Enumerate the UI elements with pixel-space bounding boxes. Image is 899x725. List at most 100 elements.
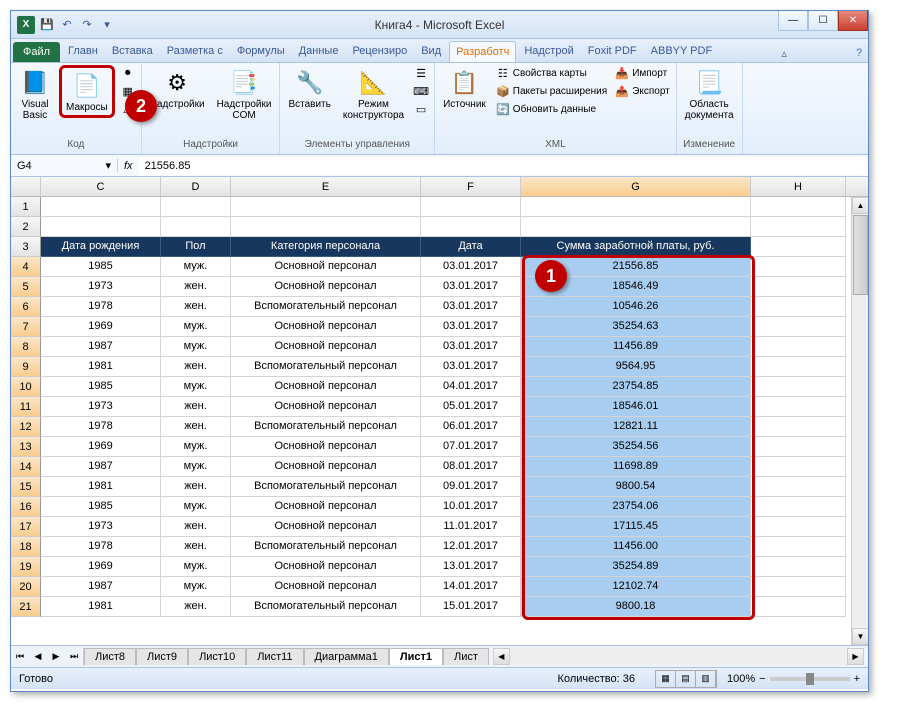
cell[interactable]	[41, 197, 161, 217]
cell[interactable]: 17115.45	[521, 517, 751, 537]
cell[interactable]: 14.01.2017	[421, 577, 521, 597]
sheet-tab[interactable]: Лист9	[136, 648, 188, 665]
file-tab[interactable]: Файл	[13, 42, 60, 62]
name-box-dropdown-icon[interactable]: ▾	[105, 159, 111, 172]
cell[interactable]: жен.	[161, 357, 231, 377]
row-header[interactable]: 4	[11, 257, 41, 277]
cell[interactable]	[751, 377, 846, 397]
cell[interactable]: 1969	[41, 557, 161, 577]
cell[interactable]	[751, 317, 846, 337]
cell[interactable]: 12821.11	[521, 417, 751, 437]
cell[interactable]: 18546.01	[521, 397, 751, 417]
cell[interactable]: 1981	[41, 357, 161, 377]
scroll-thumb[interactable]	[853, 215, 868, 295]
cell[interactable]: 23754.06	[521, 497, 751, 517]
ribbon-tab[interactable]: Главн	[62, 41, 104, 62]
cell[interactable]: муж.	[161, 257, 231, 277]
sheet-tab[interactable]: Лист	[443, 648, 489, 665]
cell[interactable]: 1985	[41, 257, 161, 277]
cell[interactable]: 1973	[41, 277, 161, 297]
insert-control-button[interactable]: 🔧 Вставить	[284, 65, 334, 112]
cell[interactable]: жен.	[161, 417, 231, 437]
scroll-left-button[interactable]: ◀	[493, 648, 510, 665]
name-box[interactable]: G4 ▾	[11, 159, 118, 172]
sheet-first-button[interactable]: ⏮	[11, 648, 29, 666]
help-icon[interactable]: ?	[850, 44, 868, 62]
cell[interactable]	[231, 217, 421, 237]
column-header[interactable]: H	[751, 177, 846, 196]
export-button[interactable]: 📤Экспорт	[613, 83, 672, 99]
cell[interactable]	[751, 277, 846, 297]
row-header[interactable]: 12	[11, 417, 41, 437]
cell[interactable]: жен.	[161, 517, 231, 537]
sheet-tab[interactable]: Лист11	[246, 648, 303, 665]
save-icon[interactable]: 💾	[39, 17, 55, 33]
cell[interactable]: 07.01.2017	[421, 437, 521, 457]
cell[interactable]	[161, 197, 231, 217]
row-header[interactable]: 6	[11, 297, 41, 317]
maximize-button[interactable]: ☐	[808, 11, 838, 31]
cell[interactable]	[751, 297, 846, 317]
cell[interactable]	[751, 217, 846, 237]
cell[interactable]: Дата	[421, 237, 521, 257]
row-header[interactable]: 2	[11, 217, 41, 237]
cell[interactable]: 03.01.2017	[421, 317, 521, 337]
ribbon-tab[interactable]: Формулы	[231, 41, 291, 62]
cell[interactable]: 11698.89	[521, 457, 751, 477]
cell[interactable]: муж.	[161, 317, 231, 337]
row-header[interactable]: 10	[11, 377, 41, 397]
row-header[interactable]: 11	[11, 397, 41, 417]
row-header[interactable]: 7	[11, 317, 41, 337]
expansion-packs-button[interactable]: 📦Пакеты расширения	[494, 83, 609, 99]
cell[interactable]: Вспомогательный персонал	[231, 297, 421, 317]
cell[interactable]	[751, 437, 846, 457]
sheet-last-button[interactable]: ⏭	[65, 648, 83, 666]
cell[interactable]: 11456.89	[521, 337, 751, 357]
zoom-in-button[interactable]: +	[854, 673, 860, 685]
cell[interactable]: муж.	[161, 557, 231, 577]
ribbon-tab[interactable]: Вид	[415, 41, 447, 62]
cell[interactable]	[521, 197, 751, 217]
cell[interactable]: 1978	[41, 417, 161, 437]
cell[interactable]: муж.	[161, 437, 231, 457]
horizontal-scrollbar[interactable]: ◀ ▶	[493, 648, 864, 665]
cell[interactable]: 1987	[41, 337, 161, 357]
row-header[interactable]: 15	[11, 477, 41, 497]
ribbon-minimize-icon[interactable]: ▵	[775, 44, 793, 62]
import-button[interactable]: 📥Импорт	[613, 65, 672, 81]
sheet-tab[interactable]: Лист8	[84, 648, 136, 665]
cell[interactable]: 10.01.2017	[421, 497, 521, 517]
cell[interactable]	[521, 217, 751, 237]
cell[interactable]	[751, 537, 846, 557]
cell[interactable]: муж.	[161, 337, 231, 357]
cell[interactable]: Основной персонал	[231, 557, 421, 577]
cell[interactable]: Вспомогательный персонал	[231, 357, 421, 377]
column-header[interactable]: F	[421, 177, 521, 196]
cell[interactable]: Основной персонал	[231, 577, 421, 597]
cell[interactable]: 35254.56	[521, 437, 751, 457]
cell[interactable]: Основной персонал	[231, 497, 421, 517]
column-header[interactable]: D	[161, 177, 231, 196]
cells-area[interactable]: Дата рожденияПолКатегория персоналаДатаС…	[41, 197, 846, 617]
row-header[interactable]: 5	[11, 277, 41, 297]
cell[interactable]: муж.	[161, 577, 231, 597]
source-button[interactable]: 📋 Источник	[439, 65, 490, 112]
cell[interactable]: Вспомогательный персонал	[231, 477, 421, 497]
row-header[interactable]: 9	[11, 357, 41, 377]
sheet-next-button[interactable]: ▶	[47, 648, 65, 666]
cell[interactable]: Сумма заработной платы, руб.	[521, 237, 751, 257]
cell[interactable]: 1978	[41, 537, 161, 557]
ribbon-tab[interactable]: Разработч	[449, 41, 516, 62]
select-all-button[interactable]	[11, 177, 41, 196]
sheet-tab[interactable]: Лист1	[389, 648, 443, 665]
refresh-data-button[interactable]: 🔄Обновить данные	[494, 101, 609, 117]
cell[interactable]: 1969	[41, 437, 161, 457]
cell[interactable]: жен.	[161, 297, 231, 317]
cell[interactable]	[751, 597, 846, 617]
cell[interactable]: 12.01.2017	[421, 537, 521, 557]
cell[interactable]: 23754.85	[521, 377, 751, 397]
row-header[interactable]: 13	[11, 437, 41, 457]
cell[interactable]	[421, 217, 521, 237]
ribbon-tab[interactable]: Вставка	[106, 41, 159, 62]
cell[interactable]: Основной персонал	[231, 317, 421, 337]
